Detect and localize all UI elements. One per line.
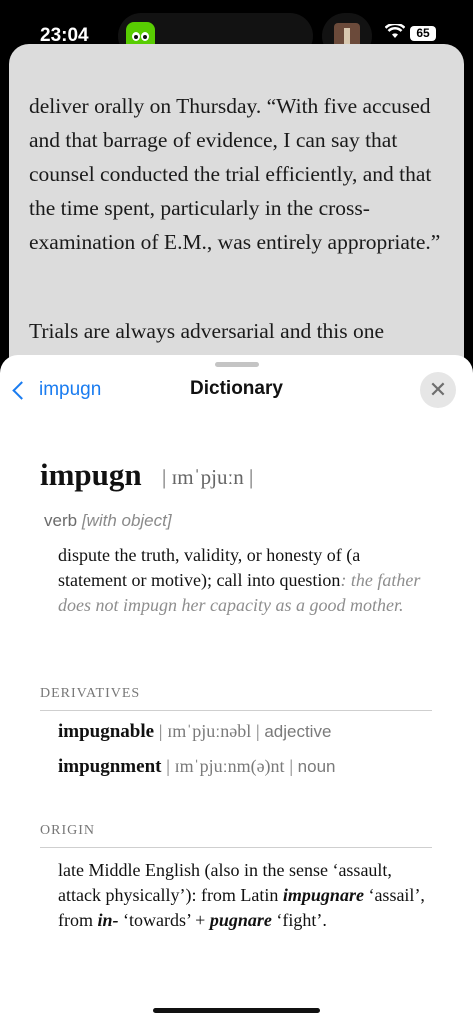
wifi-icon	[384, 22, 406, 45]
definition: dispute the truth, validity, or honesty …	[58, 545, 421, 615]
derivatives-heading: DERIVATIVES	[40, 686, 432, 711]
headword: impugn	[40, 457, 142, 492]
grammar-note: [with object]	[81, 511, 172, 530]
dictionary-sheet: impugn Dictionary ✕ impugn | ɪmˈpjuːn | …	[0, 355, 473, 1024]
part-of-speech: verb [with object]	[44, 511, 172, 530]
derivative-row: impugnment | ɪmˈpjuːnm(ə)nt | noun	[58, 756, 336, 777]
sheet-title: Dictionary	[190, 378, 283, 399]
home-indicator[interactable]	[153, 1008, 320, 1013]
derivative-row: impugnable | ɪmˈpjuːnəbl | adjective	[58, 721, 332, 742]
article-background: deliver orally on Thursday. “With five a…	[9, 44, 464, 384]
battery-icon: 65	[410, 26, 436, 41]
article-paragraph: deliver orally on Thursday. “With five a…	[29, 94, 441, 254]
origin-heading: ORIGIN	[40, 823, 432, 848]
article-paragraph: Trials are always adversarial and this o…	[29, 319, 385, 343]
pronunciation: | ɪmˈpjuːn |	[162, 465, 254, 489]
close-button[interactable]: ✕	[420, 372, 456, 408]
close-icon: ✕	[428, 377, 448, 402]
sheet-grabber[interactable]	[215, 362, 259, 367]
origin-text: late Middle English (also in the sense ‘…	[58, 860, 425, 930]
